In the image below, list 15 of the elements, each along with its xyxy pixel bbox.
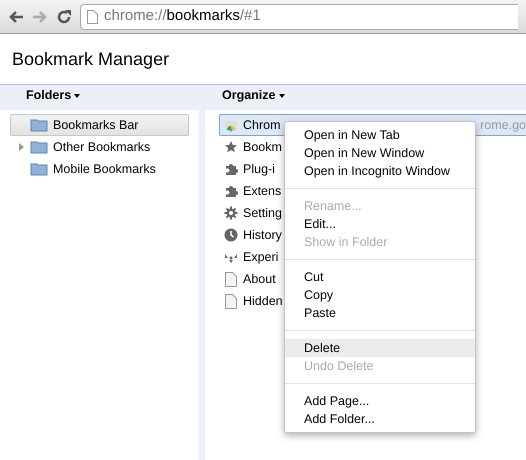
address-text: chrome://bookmarks/#1 [104,6,261,26]
bookmark-title: Extens [243,182,282,200]
bookmark-title: Chrom [243,116,281,134]
bookmark-title: Setting [243,204,282,222]
page-title: Bookmark Manager [12,48,170,71]
bookmark-title: Bookm [243,138,282,156]
folder-label: Mobile Bookmarks [53,160,156,178]
bookmark-title: Plug-i [243,160,275,178]
bookmark-title: Hidden [243,292,283,310]
bookmark-title: About [243,270,276,288]
bookmark-url: rome.go [480,116,526,134]
folder-label: Other Bookmarks [53,138,150,156]
folder-label: Bookmarks Bar [53,116,138,134]
bookmark-title: Experi [243,248,278,266]
bookmark-title: History [243,226,282,244]
